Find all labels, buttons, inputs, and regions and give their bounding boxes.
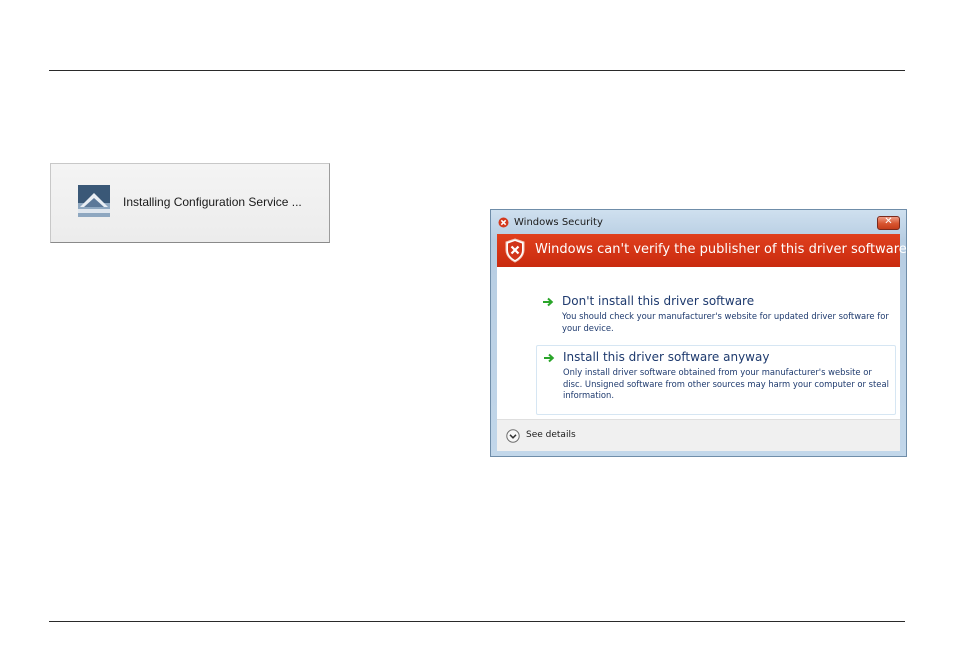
- install-anyway-option[interactable]: Install this driver software anyway Only…: [536, 345, 896, 415]
- setup-app-icon: [78, 185, 110, 217]
- dialog-footer: See details: [497, 419, 900, 451]
- installing-message: Installing Configuration Service ...: [123, 195, 302, 209]
- dialog-title: Windows Security: [514, 217, 603, 228]
- green-arrow-icon: [544, 353, 555, 363]
- close-button[interactable]: ✕: [877, 216, 900, 230]
- security-shield-icon: [498, 217, 509, 228]
- installing-dialog: Installing Configuration Service ...: [50, 163, 330, 243]
- option-title: Install this driver software anyway: [563, 350, 770, 364]
- warning-banner: Windows can't verify the publisher of th…: [497, 234, 907, 267]
- close-icon: ✕: [884, 216, 893, 227]
- windows-security-dialog: Windows Security ✕ Windows can't verify …: [490, 209, 907, 457]
- dialog-body: Don't install this driver software You s…: [497, 267, 900, 419]
- top-divider: [49, 70, 905, 71]
- title-bar[interactable]: Windows Security ✕: [491, 210, 906, 234]
- warning-message: Windows can't verify the publisher of th…: [535, 242, 907, 257]
- see-details-link[interactable]: See details: [526, 430, 576, 440]
- chevron-down-icon[interactable]: [506, 429, 520, 443]
- option-description: You should check your manufacturer's web…: [562, 311, 889, 333]
- bottom-divider: [49, 621, 905, 622]
- green-arrow-icon: [543, 297, 554, 307]
- option-description: Only install driver software obtained fr…: [563, 367, 889, 400]
- warning-shield-icon: [505, 238, 525, 263]
- dont-install-option[interactable]: Don't install this driver software You s…: [536, 290, 896, 338]
- option-title: Don't install this driver software: [562, 294, 755, 308]
